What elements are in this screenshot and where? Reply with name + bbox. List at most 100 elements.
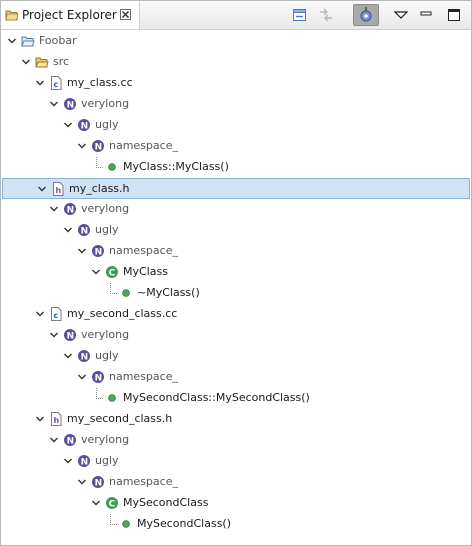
tree-item-label: ugly bbox=[95, 349, 119, 362]
tree-item[interactable]: Nugly bbox=[1, 220, 471, 241]
filter-icon[interactable] bbox=[353, 4, 379, 26]
namespace-icon: N bbox=[63, 97, 77, 111]
tree-connector bbox=[96, 167, 103, 168]
expand-chevron-icon[interactable] bbox=[7, 36, 17, 46]
tree-item[interactable]: MyClass::MyClass() bbox=[1, 157, 471, 178]
tree-item[interactable]: C MySecondClass bbox=[1, 493, 471, 514]
expand-chevron-icon[interactable] bbox=[35, 309, 45, 319]
expand-chevron-icon[interactable] bbox=[77, 141, 87, 151]
svg-text:C: C bbox=[109, 268, 116, 278]
minimize-icon[interactable] bbox=[417, 6, 435, 24]
tree-item-label: my_second_class.h bbox=[67, 412, 173, 425]
tree-item-label: verylong bbox=[81, 97, 130, 110]
expand-chevron-icon[interactable] bbox=[63, 351, 73, 361]
project-explorer-view: Project Explorer Foobar src c my_class.c… bbox=[0, 0, 472, 546]
class-icon: C bbox=[105, 496, 119, 510]
svg-text:c: c bbox=[54, 311, 59, 320]
expand-chevron-icon[interactable] bbox=[77, 477, 87, 487]
view-menu-icon[interactable] bbox=[392, 6, 410, 24]
namespace-icon: N bbox=[63, 328, 77, 342]
expand-chevron-icon[interactable] bbox=[63, 456, 73, 466]
tree-connector bbox=[96, 398, 103, 399]
tree-item-label: namespace_ bbox=[109, 244, 178, 257]
expand-chevron-icon[interactable] bbox=[63, 225, 73, 235]
tree-item-label: ugly bbox=[95, 118, 119, 131]
tree-item-label: namespace_ bbox=[109, 475, 178, 488]
expand-chevron-icon[interactable] bbox=[49, 435, 59, 445]
tree-item[interactable]: h my_class.h bbox=[2, 178, 470, 199]
tree-item[interactable]: Nnamespace_ bbox=[1, 136, 471, 157]
namespace-icon: N bbox=[63, 202, 77, 216]
svg-text:h: h bbox=[56, 186, 62, 195]
tree-item[interactable]: Nverylong bbox=[1, 94, 471, 115]
tree-item[interactable]: Nugly bbox=[1, 346, 471, 367]
tree-item-label: MyClass::MyClass() bbox=[123, 160, 229, 173]
svg-text:C: C bbox=[109, 499, 116, 509]
tree-item-label: MySecondClass bbox=[123, 496, 209, 509]
header-file-icon: h bbox=[51, 182, 65, 196]
expand-chevron-icon[interactable] bbox=[77, 372, 87, 382]
namespace-icon: N bbox=[77, 223, 91, 237]
tree-item-label: MySecondClass::MySecondClass() bbox=[123, 391, 310, 404]
collapse-all-icon[interactable] bbox=[291, 6, 309, 24]
svg-text:h: h bbox=[54, 416, 60, 425]
expand-chevron-icon[interactable] bbox=[91, 267, 101, 277]
namespace-icon: N bbox=[91, 244, 105, 258]
tree-item[interactable]: ~MyClass() bbox=[1, 283, 471, 304]
project-explorer-tab[interactable]: Project Explorer bbox=[1, 1, 140, 29]
tree-item[interactable]: Nverylong bbox=[1, 430, 471, 451]
tree-item[interactable]: h my_second_class.h bbox=[1, 409, 471, 430]
svg-text:N: N bbox=[67, 205, 75, 215]
tree-item[interactable]: c my_second_class.cc bbox=[1, 304, 471, 325]
expand-chevron-icon[interactable] bbox=[35, 414, 45, 424]
tree-item[interactable]: Nnamespace_ bbox=[1, 367, 471, 388]
expand-chevron-icon[interactable] bbox=[35, 78, 45, 88]
link-with-editor-icon[interactable] bbox=[317, 6, 335, 24]
tree-item[interactable]: C MyClass bbox=[1, 262, 471, 283]
tree-item[interactable]: Nverylong bbox=[1, 325, 471, 346]
maximize-icon[interactable] bbox=[445, 6, 463, 24]
svg-text:N: N bbox=[95, 373, 103, 383]
tree-item-label: ugly bbox=[95, 454, 119, 467]
tree-item-label: MyClass bbox=[123, 265, 168, 278]
tree-item[interactable]: Nverylong bbox=[1, 199, 471, 220]
tree-item[interactable]: Nugly bbox=[1, 451, 471, 472]
method-icon bbox=[119, 286, 133, 300]
tree-item-label: my_class.h bbox=[69, 182, 130, 195]
method-icon bbox=[105, 391, 119, 405]
close-icon[interactable] bbox=[120, 9, 131, 20]
svg-text:N: N bbox=[67, 331, 75, 341]
header-file-icon: h bbox=[49, 412, 63, 426]
namespace-icon: N bbox=[91, 475, 105, 489]
svg-text:N: N bbox=[95, 478, 103, 488]
tree-item-label: namespace_ bbox=[109, 139, 178, 152]
view-title-bar: Project Explorer bbox=[1, 1, 471, 30]
expand-chevron-icon[interactable] bbox=[49, 330, 59, 340]
namespace-icon: N bbox=[77, 454, 91, 468]
expand-chevron-icon[interactable] bbox=[49, 99, 59, 109]
tree-item[interactable]: MySecondClass() bbox=[1, 514, 471, 535]
expand-chevron-icon[interactable] bbox=[49, 204, 59, 214]
tree-item-label: ugly bbox=[95, 223, 119, 236]
expand-chevron-icon[interactable] bbox=[21, 57, 31, 67]
namespace-icon: N bbox=[91, 139, 105, 153]
expand-chevron-icon[interactable] bbox=[63, 120, 73, 130]
tree-item[interactable]: Foobar bbox=[1, 31, 471, 52]
tree-item-label: my_second_class.cc bbox=[67, 307, 178, 320]
tree-item[interactable]: Nugly bbox=[1, 115, 471, 136]
namespace-icon: N bbox=[91, 370, 105, 384]
expand-chevron-icon[interactable] bbox=[91, 498, 101, 508]
tree-item[interactable]: Nnamespace_ bbox=[1, 472, 471, 493]
namespace-icon: N bbox=[77, 118, 91, 132]
tree-item[interactable]: Nnamespace_ bbox=[1, 241, 471, 262]
expand-chevron-icon[interactable] bbox=[77, 246, 87, 256]
expand-chevron-icon[interactable] bbox=[37, 184, 47, 194]
tree-item[interactable]: c my_class.cc bbox=[1, 73, 471, 94]
tree-item[interactable]: src bbox=[1, 52, 471, 73]
method-icon bbox=[119, 517, 133, 531]
class-icon: C bbox=[105, 265, 119, 279]
svg-text:c: c bbox=[54, 80, 59, 89]
project-folder-icon bbox=[21, 34, 35, 48]
tree-item[interactable]: MySecondClass::MySecondClass() bbox=[1, 388, 471, 409]
tree-item-label: namespace_ bbox=[109, 370, 178, 383]
